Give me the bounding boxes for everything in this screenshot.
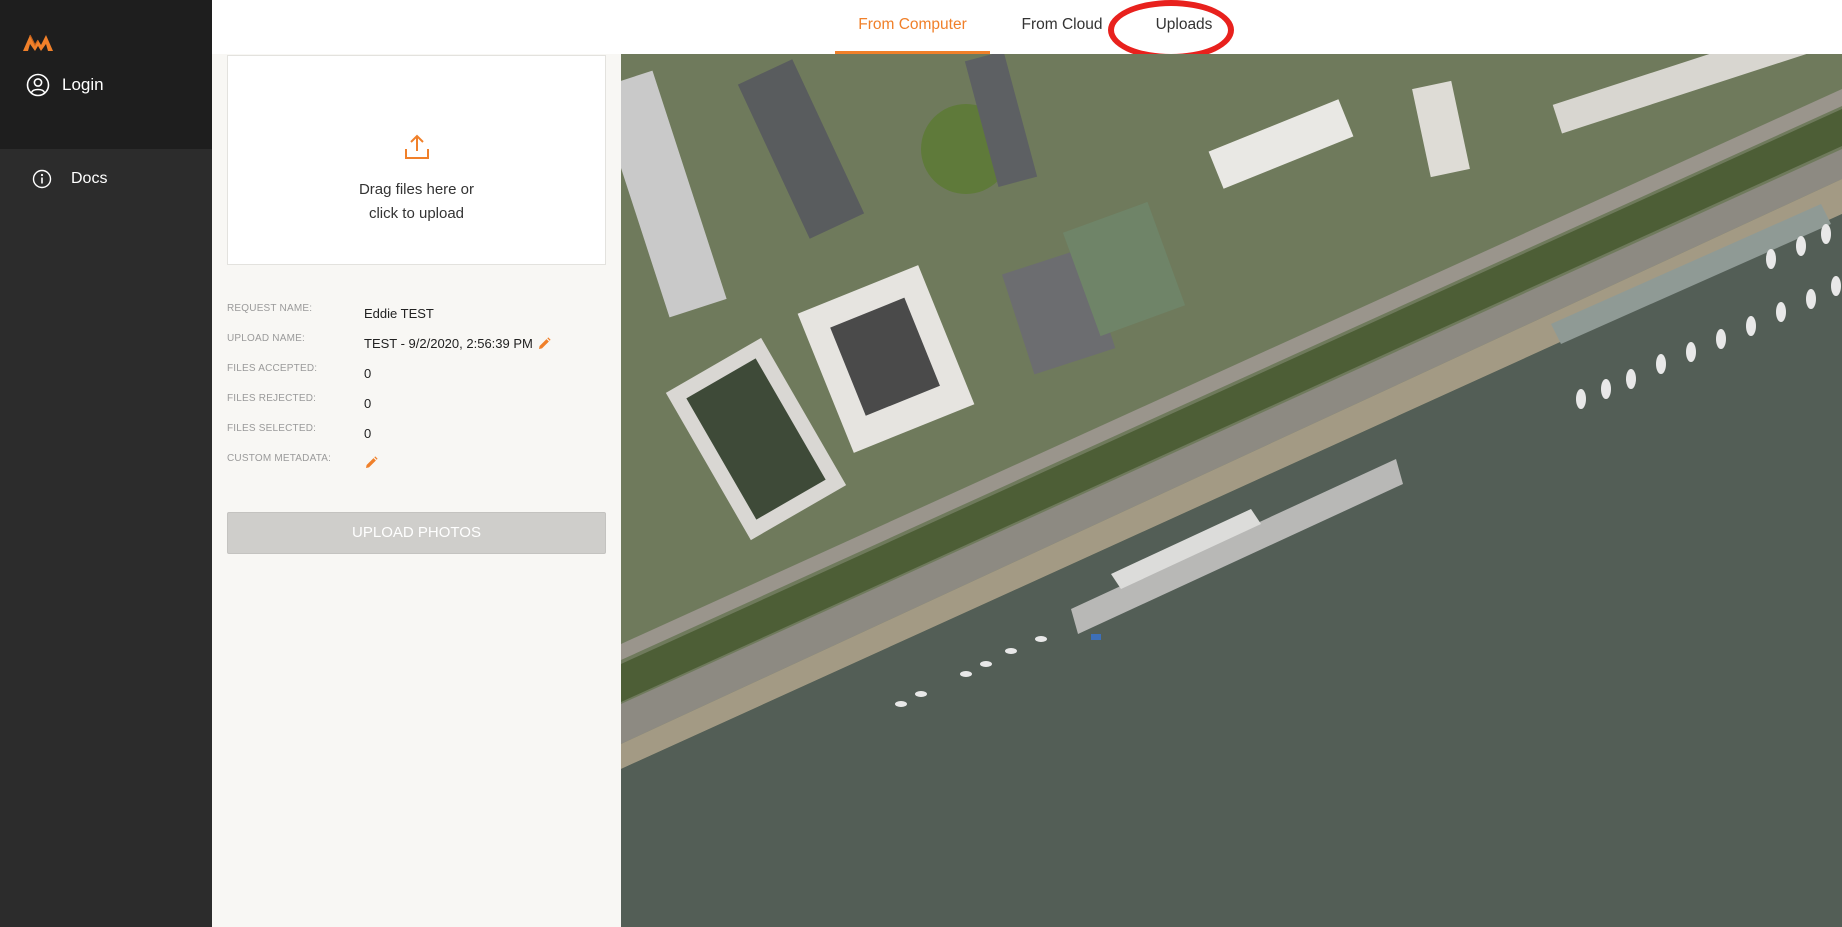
user-circle-icon (26, 73, 50, 97)
docs-link[interactable]: Docs (32, 169, 107, 189)
login-label: Login (62, 75, 104, 94)
files-accepted-value: 0 (364, 366, 372, 381)
tab-uploads[interactable]: Uploads (1134, 0, 1234, 54)
pencil-icon[interactable] (537, 336, 551, 351)
login-link[interactable]: Login (26, 73, 104, 97)
files-selected-label: FILES SELECTED: (227, 423, 317, 434)
files-rejected-label: FILES REJECTED: (227, 393, 317, 404)
request-name-row: REQUEST NAME: Eddie TEST (227, 303, 607, 327)
custom-metadata-row: CUSTOM METADATA: (227, 453, 607, 477)
brand-logo[interactable] (22, 32, 54, 52)
top-tab-bar: From Computer From Cloud Uploads (212, 0, 1842, 54)
files-accepted-row: FILES ACCEPTED: 0 (227, 363, 607, 387)
request-name-value: Eddie TEST (364, 306, 434, 321)
info-circle-icon (32, 169, 52, 189)
tab-from-cloud[interactable]: From Cloud (1002, 0, 1122, 54)
aerial-map[interactable] (621, 54, 1842, 927)
files-rejected-row: FILES REJECTED: 0 (227, 393, 607, 417)
sidebar-header: Login (0, 0, 212, 149)
custom-metadata-label: CUSTOM METADATA: (227, 453, 332, 464)
file-dropzone[interactable]: Drag files here or click to upload (227, 55, 606, 265)
upload-name-field: TEST - 9/2/2020, 2:56:39 PM (364, 336, 551, 351)
dropzone-line-2: click to upload (368, 205, 465, 222)
pencil-icon[interactable] (364, 456, 378, 470)
dropzone-line-1: Drag files here or (358, 181, 475, 198)
upload-name-value: TEST - 9/2/2020, 2:56:39 PM (364, 336, 533, 351)
tab-from-computer[interactable]: From Computer (835, 0, 990, 54)
aerial-imagery (621, 54, 1842, 927)
upload-name-label: UPLOAD NAME: (227, 333, 305, 344)
dropzone-text: Drag files here or click to upload (228, 178, 605, 226)
sidebar: Login Docs (0, 0, 212, 927)
custom-metadata-field (364, 456, 378, 470)
docs-label: Docs (71, 170, 108, 187)
upload-photos-button[interactable]: UPLOAD PHOTOS (227, 512, 606, 554)
request-name-label: REQUEST NAME: (227, 303, 313, 314)
files-rejected-value: 0 (364, 396, 372, 411)
files-selected-value: 0 (364, 426, 372, 441)
upload-panel: Drag files here or click to upload REQUE… (212, 54, 621, 927)
files-selected-row: FILES SELECTED: 0 (227, 423, 607, 447)
files-accepted-label: FILES ACCEPTED: (227, 363, 318, 374)
upload-name-row: UPLOAD NAME: TEST - 9/2/2020, 2:56:39 PM (227, 333, 607, 357)
upload-icon (405, 134, 429, 159)
